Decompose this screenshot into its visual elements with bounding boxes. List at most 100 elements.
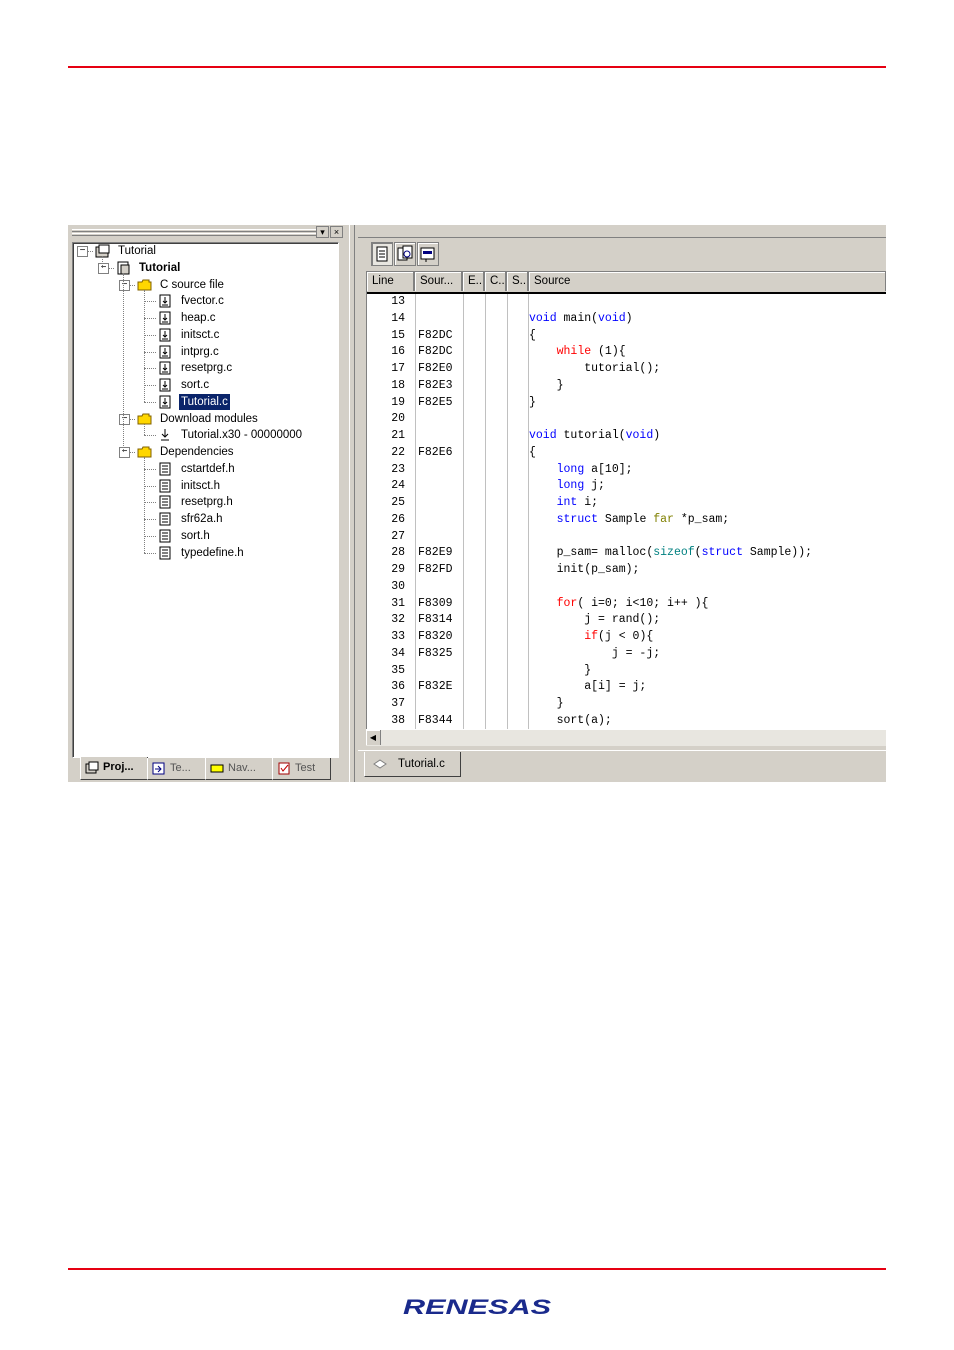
tree-item-label: Tutorial bbox=[118, 245, 156, 257]
source-line[interactable]: 18 F82E3 } bbox=[367, 378, 886, 395]
column-address[interactable]: Sour... bbox=[415, 272, 463, 291]
workspace-tabs: Proj... Te... Nav... Test bbox=[72, 757, 342, 782]
tab-navigation[interactable]: Nav... bbox=[205, 758, 273, 780]
line-number: 22 bbox=[391, 445, 405, 459]
line-number: 25 bbox=[391, 496, 405, 509]
line-number: 26 bbox=[391, 512, 405, 526]
column-event[interactable]: E.. bbox=[463, 272, 485, 291]
editor-top-strip bbox=[358, 225, 886, 238]
source-code: { bbox=[529, 328, 536, 342]
source-code: } bbox=[529, 697, 564, 710]
file-tab-icon bbox=[373, 759, 387, 769]
source-code: for( i=0; i<10; i++ ){ bbox=[556, 596, 709, 610]
source-line[interactable]: 17 F82E0 tutorial(); bbox=[367, 361, 886, 378]
source-line[interactable]: 38 F8344 sort(a); bbox=[367, 713, 886, 730]
source-line[interactable]: 22 F82E6 { bbox=[367, 445, 886, 462]
editor-column-header: Line Sour... E.. C.. S.. Source bbox=[367, 272, 886, 294]
line-number: 36 bbox=[391, 680, 405, 694]
collapse-icon[interactable]: − bbox=[119, 413, 130, 425]
line-number: 38 bbox=[391, 713, 405, 727]
source-code: j = -j; bbox=[529, 646, 661, 660]
column-coverage[interactable]: C.. bbox=[485, 272, 507, 291]
line-number: 31 bbox=[391, 596, 405, 610]
source-line[interactable]: 23 long a[10]; bbox=[367, 462, 886, 479]
source-line[interactable]: 14 void main(void) bbox=[367, 311, 886, 328]
dock-icon[interactable]: ▾ bbox=[316, 226, 329, 238]
tree-item-label: Download modules bbox=[160, 412, 258, 425]
column-s[interactable]: S.. bbox=[507, 272, 529, 291]
templates-tab-icon bbox=[152, 762, 165, 775]
source-address: F82DC bbox=[418, 328, 453, 342]
mixed-mode-button[interactable] bbox=[394, 242, 416, 266]
workspace-panel: ▾ × Tutorial − Tutorial − C source file − fvec… bbox=[68, 225, 349, 782]
tab-projects[interactable]: Proj... bbox=[80, 757, 148, 780]
source-line[interactable]: 37 } bbox=[367, 696, 886, 713]
tree-connector bbox=[144, 301, 156, 303]
line-number: 13 bbox=[391, 295, 405, 308]
tab-tutorial-c[interactable]: Tutorial.c bbox=[364, 752, 461, 777]
source-editor[interactable]: Line Sour... E.. C.. S.. Source 13 14 void… bbox=[366, 271, 886, 732]
source-line[interactable]: 32 F8314 j = rand(); bbox=[367, 612, 886, 629]
source-line[interactable]: 25 int i; bbox=[367, 495, 886, 512]
source-code: struct Sample far *p_sam; bbox=[556, 512, 730, 526]
source-line[interactable]: 27 bbox=[367, 529, 886, 546]
source-line[interactable]: 15 F82DC { bbox=[367, 328, 886, 345]
tree-item-label: C source file bbox=[160, 278, 224, 291]
source-line[interactable]: 36 F832E a[i] = j; bbox=[367, 679, 886, 696]
collapse-icon[interactable]: − bbox=[119, 447, 130, 458]
editor-toolbar bbox=[371, 241, 445, 267]
source-code: long j; bbox=[556, 479, 605, 493]
horizontal-scrollbar[interactable]: ◀ bbox=[366, 729, 886, 746]
source-line[interactable]: 13 bbox=[367, 294, 886, 311]
close-icon[interactable]: × bbox=[330, 226, 343, 238]
tree-connector bbox=[144, 502, 156, 504]
source-line[interactable]: 28 F82E9 p_sam= malloc(sizeof(struct Samp… bbox=[367, 545, 886, 562]
navigation-tab-icon bbox=[210, 764, 224, 773]
source-line[interactable]: 26 struct Sample far *p_sam; bbox=[367, 512, 886, 529]
line-number: 29 bbox=[391, 563, 405, 576]
source-line[interactable]: 30 bbox=[367, 579, 886, 596]
source-address: F82DC bbox=[418, 345, 453, 359]
source-code: void main(void) bbox=[529, 311, 633, 325]
tree-connector bbox=[144, 423, 145, 436]
tree-item-label: resetprg.h bbox=[181, 496, 233, 509]
source-line[interactable]: 33 F8320 if(j < 0){ bbox=[367, 629, 886, 646]
source-line[interactable]: 24 long j; bbox=[367, 478, 886, 495]
source-line[interactable]: 35 } bbox=[367, 663, 886, 680]
source-line[interactable]: 21 void tutorial(void) bbox=[367, 428, 886, 445]
mixed-view-icon bbox=[397, 245, 413, 261]
source-code: if(j < 0){ bbox=[584, 630, 654, 643]
scroll-left-icon[interactable]: ◀ bbox=[366, 730, 381, 745]
source-line[interactable]: 31 F8309 for( i=0; i<10; i++ ){ bbox=[367, 596, 886, 613]
source-file-icon bbox=[159, 395, 171, 409]
tab-templates[interactable]: Te... bbox=[147, 758, 206, 780]
tab-test[interactable]: Test bbox=[272, 758, 331, 780]
source-code: tutorial(); bbox=[529, 362, 661, 375]
tree-connector bbox=[144, 351, 156, 353]
column-line[interactable]: Line bbox=[367, 272, 415, 291]
source-view-icon bbox=[376, 246, 388, 262]
source-line[interactable]: 34 F8325 j = -j; bbox=[367, 646, 886, 663]
tree-item-label: Tutorial.x30 - 00000000 bbox=[181, 429, 303, 442]
source-line[interactable]: 20 bbox=[367, 411, 886, 428]
line-number: 34 bbox=[391, 646, 405, 660]
tree-connector bbox=[144, 552, 156, 554]
tree-connector bbox=[144, 457, 145, 553]
column-source[interactable]: Source bbox=[529, 272, 886, 291]
source-address: F8320 bbox=[418, 630, 453, 643]
tab-label: Test bbox=[295, 762, 316, 774]
collapse-icon[interactable]: − bbox=[119, 279, 130, 291]
gripper[interactable] bbox=[72, 233, 317, 236]
disassembly-mode-button[interactable] bbox=[417, 242, 439, 266]
gripper[interactable] bbox=[72, 229, 317, 232]
source-line[interactable]: 19 F82E5} bbox=[367, 395, 886, 412]
source-line[interactable]: 16 F82DC while (1){ bbox=[367, 344, 886, 361]
collapse-icon[interactable]: − bbox=[98, 262, 109, 274]
collapse-icon[interactable]: − bbox=[77, 246, 88, 257]
workspace-titlebar: ▾ × bbox=[68, 225, 349, 238]
tree-item-label: typedefine.h bbox=[181, 546, 244, 559]
splitter[interactable] bbox=[349, 225, 355, 782]
project-tree: Tutorial − Tutorial − C source file − fvector.… bbox=[72, 242, 339, 758]
source-mode-button[interactable] bbox=[371, 242, 393, 266]
source-line[interactable]: 29 F82FD init(p_sam); bbox=[367, 562, 886, 579]
